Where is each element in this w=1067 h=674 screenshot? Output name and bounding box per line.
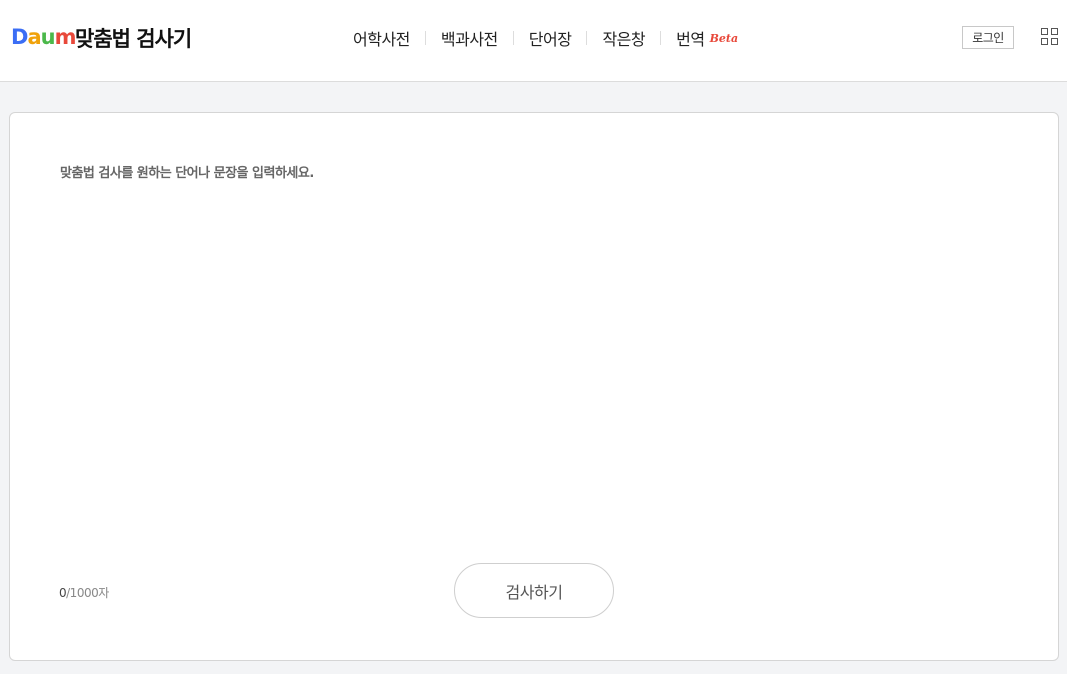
nav-dictionary[interactable]: 어학사전 (353, 26, 410, 50)
grid-icon-cell (1051, 38, 1058, 45)
nav-item: 어학사전 (353, 26, 441, 50)
logo-mark: Daum (11, 27, 75, 48)
logo-letter-m: m (55, 27, 76, 48)
grid-icon-cell (1041, 38, 1048, 45)
spell-check-panel: 맞춤법 검사를 원하는 단어나 문장을 입력하세요. 0/1000자 검사하기 (9, 112, 1059, 661)
service-title[interactable]: 맞춤법 검사기 (75, 23, 191, 53)
logo-letter-a: a (27, 27, 40, 48)
nav-divider (660, 31, 661, 45)
nav-item: 번역 Beta (676, 26, 738, 50)
nav-encyclopedia[interactable]: 백과사전 (441, 26, 498, 50)
nav-item: 단어장 (529, 26, 603, 50)
nav-mini-window[interactable]: 작은창 (602, 26, 645, 50)
nav-wordbook[interactable]: 단어장 (529, 26, 572, 50)
beta-badge: Beta (710, 32, 739, 45)
character-counter: 0/1000자 (59, 584, 109, 601)
character-limit: /1000자 (66, 586, 109, 600)
nav-translate[interactable]: 번역 (676, 26, 704, 50)
check-button[interactable]: 검사하기 (454, 563, 614, 618)
logo-letter-u: u (41, 27, 55, 48)
nav-item: 작은창 (602, 26, 676, 50)
nav-item: 백과사전 (441, 26, 529, 50)
grid-icon-cell (1051, 28, 1058, 35)
text-input[interactable] (60, 161, 1010, 541)
nav-divider (586, 31, 587, 45)
nav-divider (425, 31, 426, 45)
global-nav: 어학사전 백과사전 단어장 작은창 번역 Beta (353, 27, 738, 49)
login-button[interactable]: 로그인 (962, 26, 1014, 49)
nav-divider (513, 31, 514, 45)
header: Daum 맞춤법 검사기 어학사전 백과사전 단어장 작은창 번역 Beta 로… (0, 0, 1067, 82)
grid-icon[interactable] (1041, 28, 1059, 46)
grid-icon-cell (1041, 28, 1048, 35)
daum-logo[interactable]: Daum (11, 26, 75, 48)
logo-letter-d: D (11, 27, 27, 48)
